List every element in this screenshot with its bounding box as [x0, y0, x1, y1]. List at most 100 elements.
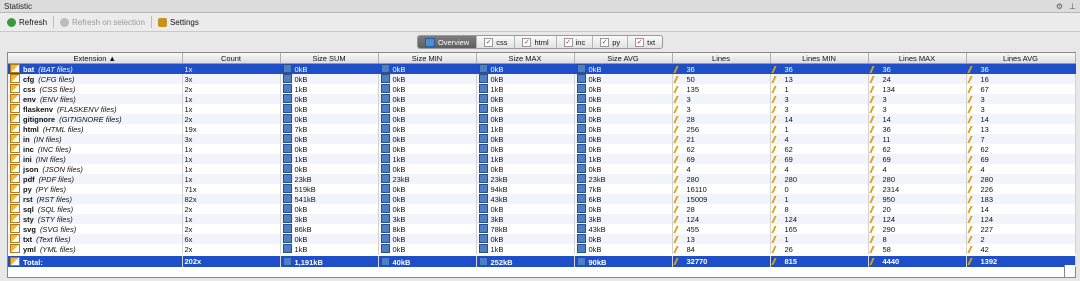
tab-label: Overview — [437, 37, 470, 47]
table-row[interactable]: env (ENV files) 1x 0kB 0kB 0kB 0kB 3 3 3 3 — [8, 94, 1076, 104]
value: 0kB — [588, 75, 602, 84]
tab-html[interactable]: ✓ html — [515, 36, 557, 48]
value: 0kB — [392, 115, 406, 124]
value: 0kB — [490, 135, 504, 144]
tab-inc[interactable]: ✓ inc — [557, 36, 594, 48]
value: 84 — [686, 244, 695, 254]
table-row[interactable]: rst (RST files) 82x 541kB 0kB 43kB 6kB 15009 1 95… — [8, 194, 1076, 204]
disk-icon — [282, 94, 292, 103]
value: 7 — [980, 134, 985, 144]
disk-icon — [576, 124, 586, 133]
table-row[interactable]: txt (Text files) 6x 0kB 0kB 0kB 0kB 13 1 8 2 — [8, 234, 1076, 244]
tab-css[interactable]: ✓ css — [477, 36, 516, 48]
count-cell: 1x — [182, 174, 281, 184]
value: 90kB — [588, 257, 607, 267]
settings-button[interactable]: Settings — [154, 15, 203, 29]
value: 1 — [784, 234, 789, 244]
value: 3kB — [294, 215, 308, 224]
value: 0kB — [392, 245, 406, 254]
value: 36 — [882, 124, 891, 134]
table-row[interactable]: svg (SVG files) 2x 86kB 8kB 78kB 43kB 455 165 290… — [8, 224, 1076, 234]
pencil-icon — [770, 125, 784, 133]
table-row[interactable]: json (JSON files) 1x 0kB 0kB 0kB 0kB 4 4 4 4 — [8, 164, 1076, 174]
column-size-avg[interactable]: Size AVG — [574, 53, 673, 64]
tab-py[interactable]: ✓ py — [593, 36, 629, 48]
size-min-cell: 0kB — [378, 234, 477, 244]
column-count[interactable]: Count — [182, 53, 281, 64]
size-avg-cell: 0kB — [574, 244, 673, 255]
table-row[interactable]: sql (SQL files) 2x 0kB 0kB 0kB 0kB 28 8 20 14 — [8, 204, 1076, 214]
column-size-sum[interactable]: Size SUM — [280, 53, 379, 64]
pencil-icon — [868, 235, 882, 243]
column-lines-min[interactable]: Lines MIN — [770, 53, 869, 64]
column-lines[interactable]: Lines — [672, 53, 771, 64]
hide-icon[interactable]: ⊥ — [1069, 2, 1076, 11]
table-row[interactable]: sty (STY files) 1x 3kB 3kB 3kB 3kB 124 124 124 124 — [8, 214, 1076, 224]
lines-max-cell: 3 — [868, 94, 967, 104]
total-size-sum: 1,191kB — [280, 254, 379, 267]
size-max-cell: 1kB — [476, 154, 575, 164]
gear-icon[interactable]: ⚙ — [1056, 2, 1063, 11]
extension-cell: svg (SVG files) — [8, 224, 183, 234]
table-row[interactable]: yml (YML files) 2x 1kB 0kB 1kB 0kB 84 26 58 42 — [8, 244, 1076, 255]
extension-name: html — [23, 125, 39, 134]
lines-cell: 124 — [672, 214, 771, 224]
table-row[interactable]: css (CSS files) 2x 1kB 0kB 1kB 0kB 135 1 134 67 — [8, 84, 1076, 94]
table-row[interactable]: bat (BAT files) 1x 0kB 0kB 0kB 0kB 36 36 36 36 — [8, 63, 1076, 74]
refresh-on-selection-button[interactable]: Refresh on selection — [56, 15, 149, 29]
refresh-label: Refresh — [19, 17, 48, 27]
extension-cell: inc (INC files) — [8, 144, 183, 154]
value: 8kB — [392, 225, 406, 234]
table-row[interactable]: in (IN files) 3x 0kB 0kB 0kB 0kB 21 4 11 7 — [8, 134, 1076, 144]
size-avg-cell: 7kB — [574, 184, 673, 194]
table-row[interactable]: ini (INI files) 1x 1kB 1kB 1kB 1kB 69 69 69 69 — [8, 154, 1076, 164]
table-row[interactable]: flaskenv (FLASKENV files) 1x 0kB 0kB 0kB 0kB 3 3… — [8, 104, 1076, 114]
size-min-cell: 3kB — [378, 214, 477, 224]
size-sum-cell: 0kB — [280, 164, 379, 174]
tab-overview[interactable]: Overview — [417, 36, 478, 48]
pencil-icon — [868, 65, 882, 73]
disk-icon — [478, 257, 488, 266]
column-extension[interactable]: Extension ▲ — [8, 53, 183, 64]
tab-txt[interactable]: ✓ txt — [628, 36, 662, 48]
table-row[interactable]: gitignore (GITIGNORE files) 2x 0kB 0kB 0kB 0kB… — [8, 114, 1076, 124]
extension-description: (PY files) — [35, 185, 67, 194]
column-size-max[interactable]: Size MAX — [476, 53, 575, 64]
value: 1kB — [490, 155, 504, 164]
value: 0kB — [490, 75, 504, 84]
value: 0kB — [392, 165, 406, 174]
total-row[interactable]: Total: 202x 1,191kB 40kB 252kB 90kB 3277… — [8, 254, 1076, 267]
count-cell: 1x — [182, 214, 281, 224]
pencil-icon — [966, 235, 980, 243]
column-lines-max[interactable]: Lines MAX — [868, 53, 967, 64]
size-sum-cell: 7kB — [280, 124, 379, 134]
value: 16110 — [686, 184, 707, 194]
extension-name: yml — [23, 245, 36, 254]
disk-icon — [576, 204, 586, 213]
size-max-cell: 0kB — [476, 144, 575, 154]
extension-name: rst — [23, 195, 33, 204]
extension-description: (RST files) — [36, 195, 73, 204]
disk-icon — [282, 194, 292, 203]
refresh-button[interactable]: Refresh — [3, 15, 51, 29]
value: 0kB — [490, 235, 504, 244]
disk-icon — [478, 244, 488, 253]
column-size-min[interactable]: Size MIN — [378, 53, 477, 64]
value: 0kB — [490, 65, 504, 74]
size-max-cell: 1kB — [476, 244, 575, 255]
table-row[interactable]: py (PY files) 71x 519kB 0kB 94kB 7kB 16110 0 2314… — [8, 184, 1076, 194]
lines-avg-cell: 69 — [966, 154, 1076, 164]
table-row[interactable]: cfg (CFG files) 3x 0kB 0kB 0kB 0kB 50 13 24 16 — [8, 74, 1076, 84]
value: 4 — [980, 164, 985, 174]
lines-avg-cell: 14 — [966, 114, 1076, 124]
lines-cell: 69 — [672, 154, 771, 164]
column-lines-avg[interactable]: Lines AVG — [966, 53, 1076, 64]
extension-cell: sty (STY files) — [8, 214, 183, 224]
table-row[interactable]: pdf (PDF files) 1x 23kB 23kB 23kB 23kB 280 280 28… — [8, 174, 1076, 184]
lines-max-cell: 69 — [868, 154, 967, 164]
size-sum-cell: 0kB — [280, 114, 379, 124]
table-row[interactable]: html (HTML files) 19x 7kB 0kB 1kB 0kB 256 1 36 13 — [8, 124, 1076, 134]
disk-icon — [380, 154, 390, 163]
value: 3kB — [588, 215, 602, 224]
table-row[interactable]: inc (INC files) 1x 0kB 0kB 0kB 0kB 62 62 62 62 — [8, 144, 1076, 154]
